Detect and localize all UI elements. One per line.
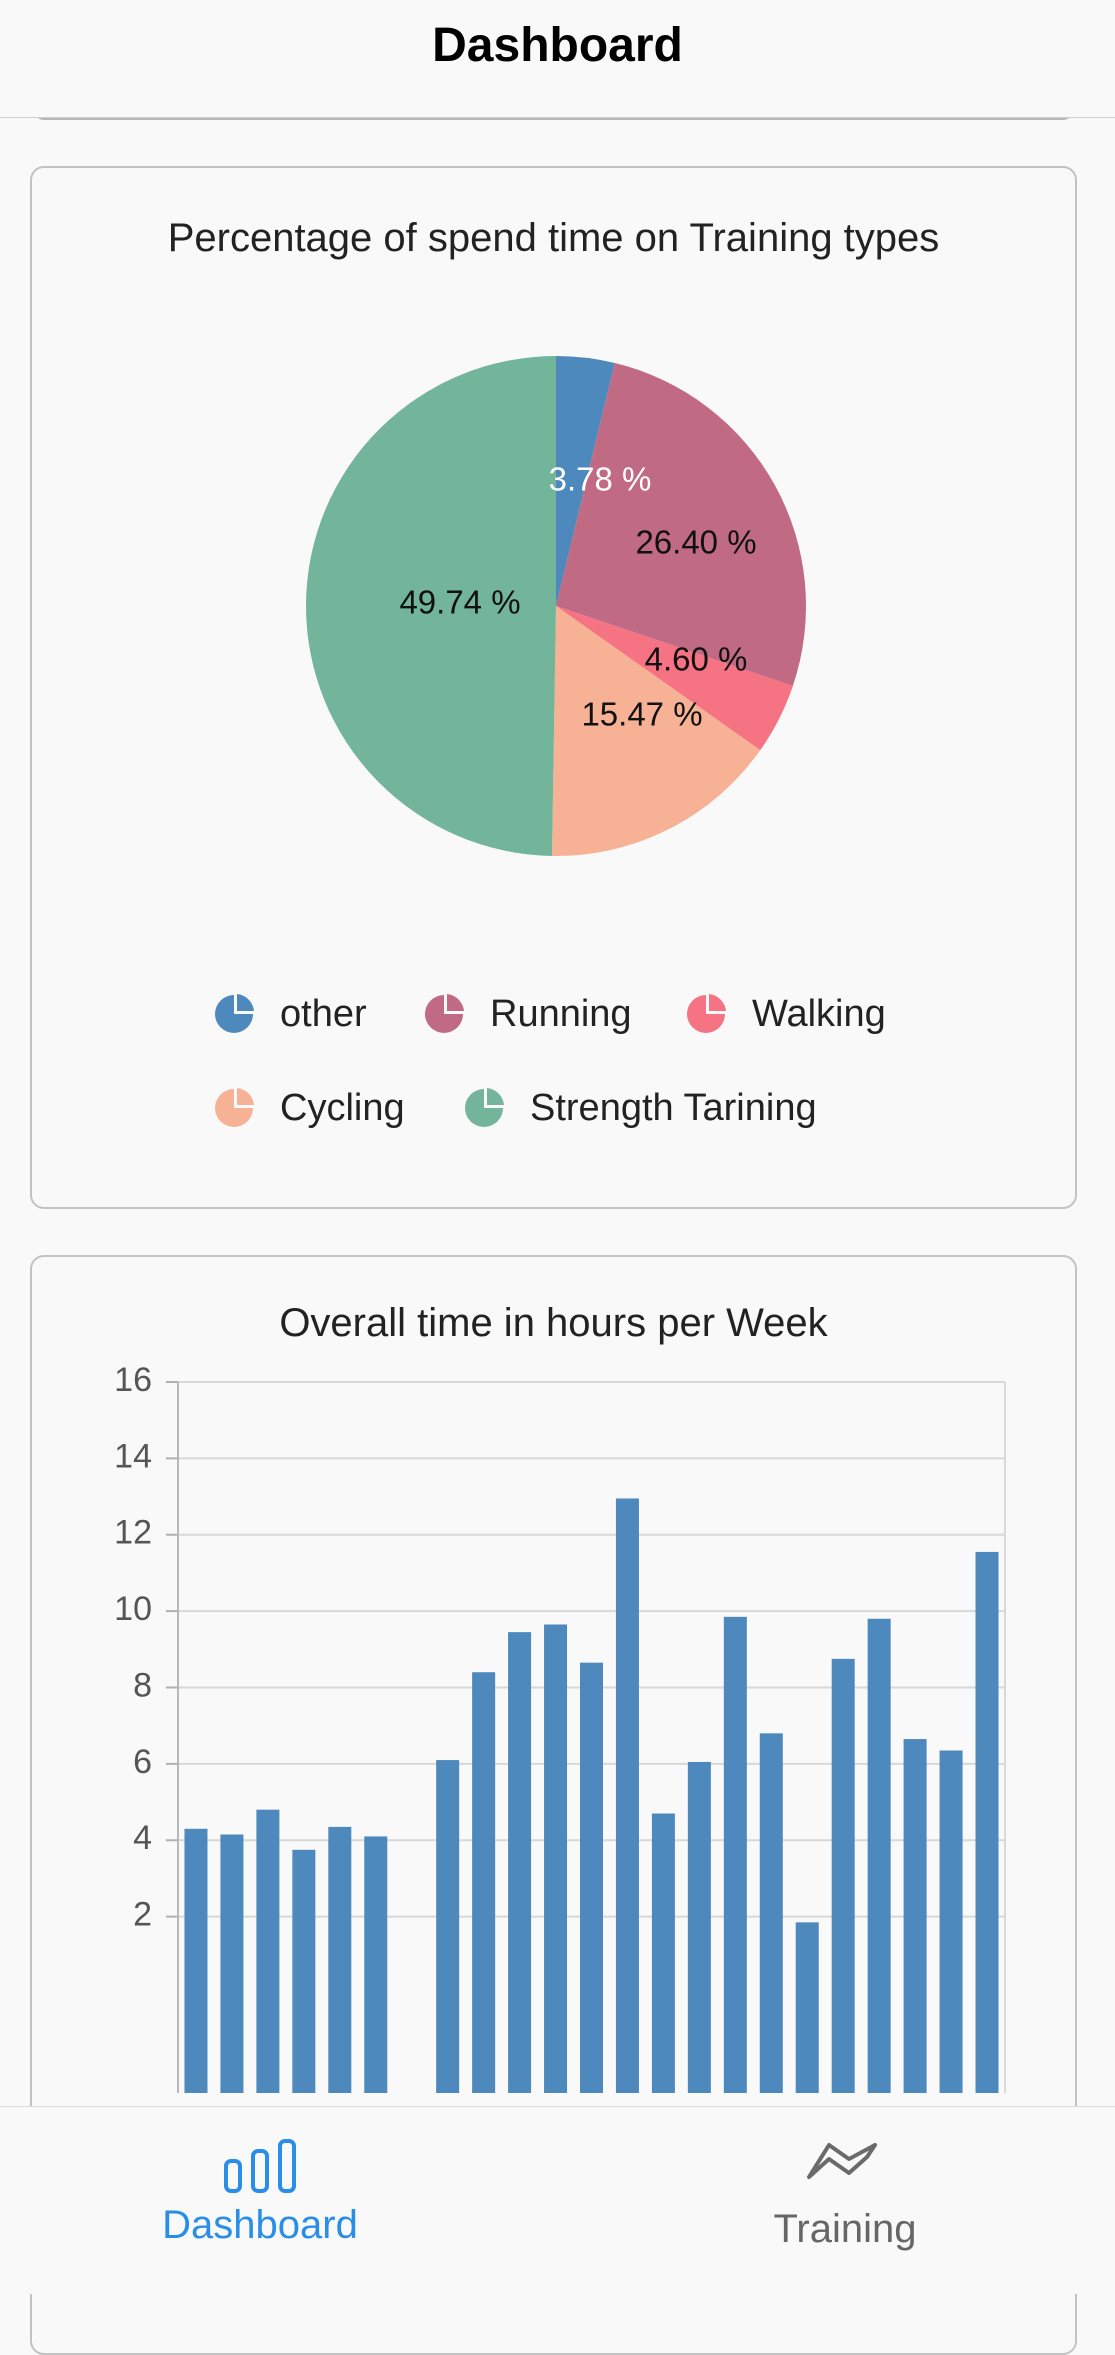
pie-legend-icon xyxy=(215,1088,254,1127)
bar[interactable] xyxy=(328,1826,352,2093)
bar[interactable] xyxy=(472,1672,496,2093)
pie-data-label: 3.78 % xyxy=(549,461,652,498)
y-tick-label: 4 xyxy=(133,1819,152,1857)
y-tick-label: 6 xyxy=(133,1743,152,1781)
scroll-content[interactable]: Percentage of spend time on Training typ… xyxy=(0,0,1115,2355)
bar[interactable] xyxy=(831,1658,855,2093)
legend-item-strength-training[interactable]: Strength Tarining xyxy=(462,1080,817,1136)
bar[interactable] xyxy=(544,1624,568,2093)
bar[interactable] xyxy=(364,1836,388,2093)
legend-label: other xyxy=(280,992,367,1035)
bar[interactable] xyxy=(939,1750,963,2093)
tab-dashboard[interactable]: Dashboard xyxy=(60,2107,460,2294)
pie-data-label: 49.74 % xyxy=(399,584,520,621)
legend-item-walking[interactable]: Walking xyxy=(684,986,886,1042)
y-tick-label: 8 xyxy=(133,1666,152,1704)
page-title: Dashboard xyxy=(432,19,683,72)
legend-item-other[interactable]: other xyxy=(212,986,367,1042)
app-header: Dashboard xyxy=(0,0,1115,118)
bar[interactable] xyxy=(867,1618,891,2093)
pie-data-label: 26.40 % xyxy=(635,524,756,561)
training-types-pie-card: Percentage of spend time on Training typ… xyxy=(30,166,1077,1209)
bottom-tab-bar: Dashboard Training xyxy=(0,2106,1115,2294)
bar[interactable] xyxy=(975,1551,999,2093)
bar[interactable] xyxy=(687,1761,711,2093)
y-tick-label: 14 xyxy=(114,1437,152,1475)
bar[interactable] xyxy=(651,1813,675,2093)
tab-dashboard-label: Dashboard xyxy=(162,2203,358,2247)
bar[interactable] xyxy=(508,1632,532,2093)
bar[interactable] xyxy=(220,1834,244,2093)
legend-label: Cycling xyxy=(280,1086,405,1129)
bar[interactable] xyxy=(292,1849,316,2093)
y-tick-label: 2 xyxy=(133,1896,152,1934)
pie-legend-icon xyxy=(215,994,254,1033)
y-tick-label: 12 xyxy=(114,1514,152,1552)
legend-item-running[interactable]: Running xyxy=(422,986,632,1042)
bar-chart-icon xyxy=(224,2139,296,2193)
legend-label: Strength Tarining xyxy=(530,1086,817,1129)
tab-training[interactable]: Training xyxy=(645,2107,1045,2294)
y-tick-label: 10 xyxy=(114,1590,152,1628)
pie-legend-icon xyxy=(687,994,726,1033)
bar[interactable] xyxy=(723,1616,747,2093)
bar[interactable] xyxy=(436,1760,460,2093)
legend-item-cycling[interactable]: Cycling xyxy=(212,1080,405,1136)
bar[interactable] xyxy=(184,1828,208,2093)
bar[interactable] xyxy=(579,1662,604,2093)
bar-chart: 2 4 6 8 10 12 14 16 xyxy=(114,1361,1006,2093)
bar[interactable] xyxy=(759,1733,783,2093)
bar[interactable] xyxy=(795,1922,819,2093)
legend-label: Walking xyxy=(752,992,886,1035)
bar[interactable] xyxy=(903,1739,927,2093)
pie-data-label: 4.60 % xyxy=(645,641,748,678)
pie-data-label: 15.47 % xyxy=(581,696,702,733)
pie-legend-icon xyxy=(425,994,464,1033)
bar[interactable] xyxy=(256,1809,280,2093)
y-tick-label: 16 xyxy=(114,1361,152,1399)
tab-training-label: Training xyxy=(773,2207,917,2251)
bar[interactable] xyxy=(615,1498,639,2093)
trend-line-icon xyxy=(807,2143,877,2179)
pie-legend-icon xyxy=(465,1088,504,1127)
legend-label: Running xyxy=(490,992,632,1035)
